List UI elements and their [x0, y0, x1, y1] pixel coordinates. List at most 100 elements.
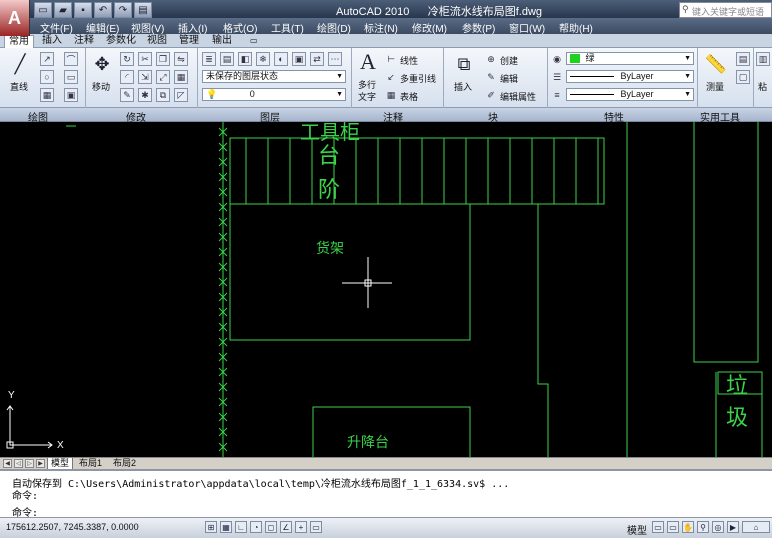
mtext-label-2[interactable]: 文字: [358, 90, 376, 103]
prev-tab-icon[interactable]: ◁: [14, 459, 23, 468]
table-label[interactable]: 表格: [400, 90, 418, 103]
linear-label[interactable]: 线性: [400, 54, 418, 67]
insert-label[interactable]: 插入: [454, 80, 472, 93]
lineweight-toggle-icon[interactable]: ▭: [310, 521, 322, 533]
zoom-icon[interactable]: ⚲: [697, 521, 709, 533]
command-window[interactable]: 自动保存到 C:\Users\Administrator\appdata\loc…: [0, 469, 772, 519]
dynamic-input-icon[interactable]: +: [295, 521, 307, 533]
multileader-icon[interactable]: ↙: [384, 70, 398, 84]
menu-dimension[interactable]: 标注(N): [364, 20, 398, 35]
linear-dim-icon[interactable]: ⊢: [384, 52, 398, 66]
edit-block-icon[interactable]: ✎: [484, 70, 498, 84]
annotation-scale-icon[interactable]: ⌂: [742, 521, 770, 533]
fillet-icon[interactable]: ◜: [120, 70, 134, 84]
explode-icon[interactable]: ✱: [138, 88, 152, 102]
create-label[interactable]: 创建: [500, 54, 518, 67]
circle-icon[interactable]: ○: [40, 70, 54, 84]
quick-view-layouts-icon[interactable]: ▭: [652, 521, 664, 533]
select-all-icon[interactable]: ▢: [736, 70, 750, 84]
search-input[interactable]: ⚲ 键入关键字或短语: [679, 2, 772, 18]
menu-tools[interactable]: 工具(T): [271, 20, 304, 35]
layer-off-icon[interactable]: ◐: [274, 52, 288, 66]
layer-state-combo[interactable]: 未保存的图层状态 ▼: [202, 70, 346, 83]
object-snap-icon[interactable]: ◻: [265, 521, 277, 533]
menu-parametric[interactable]: 参数(P): [462, 20, 495, 35]
tab-home[interactable]: 常用: [4, 35, 34, 48]
mirror-icon[interactable]: ⇋: [174, 52, 188, 66]
menu-modify[interactable]: 修改(M): [412, 20, 447, 35]
layer-lock-icon[interactable]: ▣: [292, 52, 306, 66]
rotate-icon[interactable]: ↻: [120, 52, 134, 66]
open-file-icon[interactable]: ▰: [54, 2, 72, 18]
polar-tracking-icon[interactable]: ◔: [250, 521, 262, 533]
tab-manage[interactable]: 管理: [175, 35, 203, 48]
move-label[interactable]: 移动: [92, 80, 110, 93]
array-icon[interactable]: ▦: [174, 70, 188, 84]
tab-output[interactable]: 输出: [208, 35, 236, 48]
color-combo[interactable]: 绿 ▼: [566, 52, 694, 65]
hatch-icon[interactable]: ▦: [40, 88, 54, 102]
multileader-label[interactable]: 多重引线: [400, 72, 436, 85]
insert-block-icon[interactable]: ⧉: [452, 52, 476, 76]
quick-calc-icon[interactable]: ▤: [736, 52, 750, 66]
showmotion-icon[interactable]: ▶: [727, 521, 739, 533]
model-space-label[interactable]: 模型: [627, 522, 647, 537]
tab-view[interactable]: 视图: [143, 35, 171, 48]
layer-freeze-icon[interactable]: ❄: [256, 52, 270, 66]
next-tab-icon[interactable]: ▷: [25, 459, 34, 468]
redo-icon[interactable]: ↷: [114, 2, 132, 18]
tab-annotate[interactable]: 注释: [70, 35, 98, 48]
save-icon[interactable]: ▪: [74, 2, 92, 18]
layer-match-icon[interactable]: ⇄: [310, 52, 324, 66]
lineweight-combo[interactable]: ByLayer ▼: [566, 88, 694, 101]
menu-view[interactable]: 视图(V): [131, 20, 164, 35]
new-file-icon[interactable]: ▭: [34, 2, 52, 18]
ortho-mode-icon[interactable]: ∟: [235, 521, 247, 533]
tab-extra-icon[interactable]: ▭: [246, 35, 262, 48]
last-tab-icon[interactable]: ▶: [36, 459, 45, 468]
drawing-canvas[interactable]: 工具柜 台 阶 货架 升降台 垃 圾 Y X: [0, 122, 772, 457]
print-icon[interactable]: ▤: [134, 2, 152, 18]
layer-walk-icon[interactable]: ⋯: [328, 52, 342, 66]
color-wheel-icon[interactable]: ◉: [550, 52, 564, 66]
copy-icon[interactable]: ❐: [156, 52, 170, 66]
table-icon[interactable]: ▦: [384, 88, 398, 102]
undo-icon[interactable]: ↶: [94, 2, 112, 18]
paste-icon[interactable]: ▥: [756, 52, 770, 66]
erase-icon[interactable]: ✎: [120, 88, 134, 102]
measure-label[interactable]: 测量: [706, 80, 724, 93]
menu-format[interactable]: 格式(O): [223, 20, 257, 35]
lineweight-icon[interactable]: ≡: [550, 88, 564, 102]
mtext-icon[interactable]: A: [356, 49, 380, 74]
menu-help[interactable]: 帮助(H): [559, 20, 593, 35]
linetype-combo[interactable]: ByLayer ▼: [566, 70, 694, 83]
offset-icon[interactable]: ⧉: [156, 88, 170, 102]
application-menu-button[interactable]: A: [0, 0, 30, 36]
measure-icon[interactable]: 📏: [704, 52, 728, 76]
line-label[interactable]: 直线: [10, 80, 28, 93]
tab-parametric[interactable]: 参数化: [102, 35, 140, 48]
paste-label[interactable]: 粘: [758, 80, 767, 93]
edit-attributes-label[interactable]: 编辑属性: [500, 90, 536, 103]
menu-draw[interactable]: 绘图(D): [317, 20, 351, 35]
create-block-icon[interactable]: ⊕: [484, 52, 498, 66]
arc-icon[interactable]: ⌒: [64, 52, 78, 66]
otrack-icon[interactable]: ∠: [280, 521, 292, 533]
scale-icon[interactable]: ⤢: [156, 70, 170, 84]
polyline-icon[interactable]: ↗: [40, 52, 54, 66]
region-icon[interactable]: ▣: [64, 88, 78, 102]
linetype-icon[interactable]: ☰: [550, 70, 564, 84]
coordinate-readout[interactable]: 175612.2507, 7245.3387, 0.0000: [6, 522, 139, 532]
menu-window[interactable]: 窗口(W): [509, 20, 545, 35]
pan-icon[interactable]: ✋: [682, 521, 694, 533]
snap-mode-icon[interactable]: ⊞: [205, 521, 217, 533]
menu-insert[interactable]: 插入(I): [178, 20, 207, 35]
menu-edit[interactable]: 编辑(E): [86, 20, 119, 35]
first-tab-icon[interactable]: ◀: [3, 459, 12, 468]
tab-insert[interactable]: 插入: [38, 35, 66, 48]
grid-display-icon[interactable]: ▦: [220, 521, 232, 533]
trim-icon[interactable]: ✂: [138, 52, 152, 66]
menu-file[interactable]: 文件(F): [40, 20, 73, 35]
layer-state-icon[interactable]: ▤: [220, 52, 234, 66]
layer-combo[interactable]: 💡 0 ▼: [202, 88, 346, 101]
